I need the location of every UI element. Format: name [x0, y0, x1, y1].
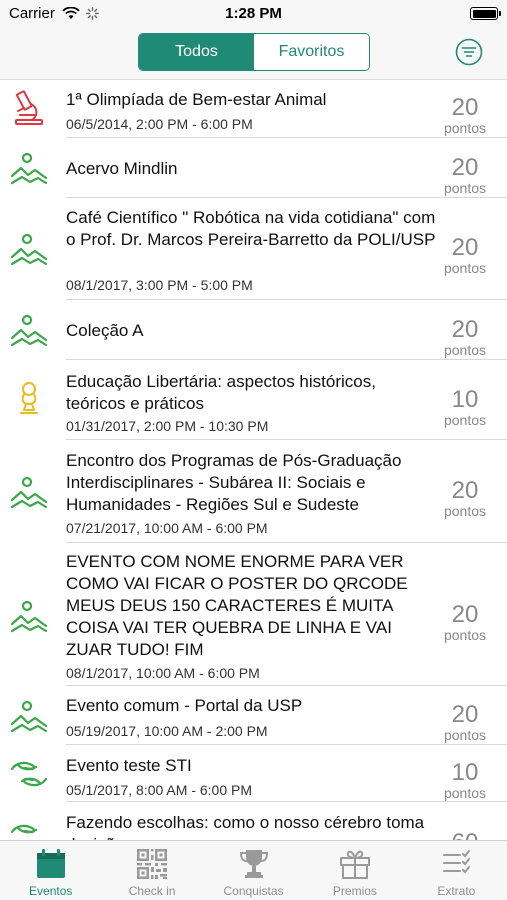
event-row[interactable]: Acervo Mindlin 20 pontos: [0, 138, 507, 198]
event-date: 07/21/2017, 10:00 AM - 6:00 PM: [66, 520, 268, 536]
event-date: 08/1/2017, 3:00 PM - 5:00 PM: [66, 277, 253, 293]
microscope-icon: [15, 90, 43, 125]
segment-favoritos[interactable]: Favoritos: [254, 34, 369, 70]
points-label: pontos: [443, 627, 487, 643]
hands-icon: [10, 824, 38, 834]
status-bar: Carrier 1:28 PM: [0, 0, 507, 28]
tab-bar: Eventos Check in Conquistas Premios Extr…: [0, 840, 507, 900]
event-points: 20 pontos: [435, 602, 495, 643]
events-list[interactable]: 1ª Olimpíada de Bem-estar Animal 06/5/20…: [0, 81, 507, 840]
hands-icon: [10, 761, 48, 787]
landscape-icon: [10, 476, 48, 509]
landscape-icon: [10, 700, 48, 733]
landscape-icon: [10, 600, 48, 633]
points-value: 20: [451, 234, 479, 261]
points-value: 20: [451, 701, 479, 728]
points-value: 10: [451, 759, 479, 786]
event-date: 08/1/2017, 10:00 AM - 6:00 PM: [66, 665, 260, 681]
points-value: 60: [435, 830, 495, 841]
event-points: 60 pontos: [435, 830, 495, 841]
tab-eventos[interactable]: Eventos: [0, 841, 101, 900]
event-points: 20 pontos: [435, 702, 495, 743]
tab-conquistas[interactable]: Conquistas: [203, 841, 304, 900]
tab-extrato[interactable]: Extrato: [406, 841, 507, 900]
checklist-icon: [443, 850, 471, 874]
tab-label: Premios: [332, 884, 377, 898]
event-row[interactable]: Evento teste STI 05/1/2017, 8:00 AM - 6:…: [0, 745, 507, 802]
event-title: Evento teste STI: [66, 756, 192, 775]
event-date: 05/19/2017, 10:00 AM - 2:00 PM: [66, 723, 268, 739]
tab-check-in[interactable]: Check in: [101, 841, 202, 900]
trophy-icon: [239, 850, 268, 878]
event-title: Encontro dos Programas de Pós-Graduação …: [66, 451, 402, 514]
event-date: 05/1/2017, 8:00 AM - 6:00 PM: [66, 782, 253, 798]
points-value: 20: [451, 154, 479, 181]
landscape-icon: [10, 233, 48, 266]
event-row[interactable]: Fazendo escolhas: como o nosso cérebro t…: [0, 802, 507, 840]
points-label: pontos: [443, 785, 487, 801]
points-value: 20: [451, 94, 479, 121]
points-label: pontos: [443, 727, 487, 743]
landscape-icon: [10, 314, 48, 347]
points-value: 20: [451, 601, 479, 628]
segment-todos[interactable]: Todos: [139, 34, 254, 70]
qrcode-icon: [137, 849, 168, 879]
clock: 1:28 PM: [225, 5, 282, 22]
tab-premios[interactable]: Premios: [304, 841, 405, 900]
event-row[interactable]: 1ª Olimpíada de Bem-estar Animal 06/5/20…: [0, 81, 507, 138]
event-row[interactable]: Café Científico " Robótica na vida cotid…: [0, 198, 507, 300]
points-label: pontos: [443, 342, 487, 358]
points-value: 20: [451, 477, 479, 504]
event-title: Café Científico " Robótica na vida cotid…: [66, 208, 436, 249]
navigation-bar: Todos Favoritos: [0, 28, 507, 80]
event-points: 20 pontos: [435, 478, 495, 519]
points-value: 10: [451, 386, 479, 413]
tab-label: Extrato: [437, 884, 476, 898]
tab-label: Check in: [128, 884, 176, 898]
points-label: pontos: [443, 412, 487, 428]
landscape-icon: [10, 152, 48, 185]
event-points: 20 pontos: [435, 155, 495, 196]
event-row[interactable]: EVENTO COM NOME ENORME PARA VER COMO VAI…: [0, 543, 507, 686]
event-title: EVENTO COM NOME ENORME PARA VER COMO VAI…: [66, 552, 408, 659]
event-date: 01/31/2017, 2:00 PM - 10:30 PM: [66, 418, 269, 434]
points-label: pontos: [443, 120, 487, 136]
event-row[interactable]: Educação Libertária: aspectos históricos…: [0, 360, 507, 440]
event-row[interactable]: Encontro dos Programas de Pós-Graduação …: [0, 440, 507, 543]
bust-icon: [20, 382, 38, 414]
filter-icon[interactable]: [455, 38, 483, 66]
points-label: pontos: [443, 180, 487, 196]
event-title: 1ª Olimpíada de Bem-estar Animal: [66, 90, 327, 109]
event-title: Evento comum - Portal da USP: [66, 696, 303, 715]
event-row[interactable]: Coleção A 20 pontos: [0, 300, 507, 360]
segmented-control: Todos Favoritos: [138, 33, 370, 71]
battery-icon: [470, 7, 501, 20]
event-points: 10 pontos: [435, 760, 495, 801]
gift-icon: [339, 850, 370, 879]
event-title: Educação Libertária: aspectos históricos…: [66, 372, 376, 413]
event-points: 20 pontos: [435, 235, 495, 276]
event-points: 10 pontos: [435, 387, 495, 428]
tab-label: Conquistas: [223, 884, 284, 898]
tab-label: Eventos: [29, 884, 73, 898]
event-row[interactable]: Evento comum - Portal da USP 05/19/2017,…: [0, 686, 507, 745]
calendar-icon: [36, 849, 65, 878]
points-label: pontos: [443, 503, 487, 519]
event-title: Fazendo escolhas: como o nosso cérebro t…: [66, 813, 425, 840]
event-points: 20 pontos: [435, 317, 495, 358]
points-label: pontos: [443, 260, 487, 276]
event-title: Coleção A: [66, 321, 144, 340]
event-date: 06/5/2014, 2:00 PM - 6:00 PM: [66, 116, 253, 132]
event-title: Acervo Mindlin: [66, 159, 178, 178]
points-value: 20: [451, 316, 479, 343]
event-points: 20 pontos: [435, 95, 495, 136]
